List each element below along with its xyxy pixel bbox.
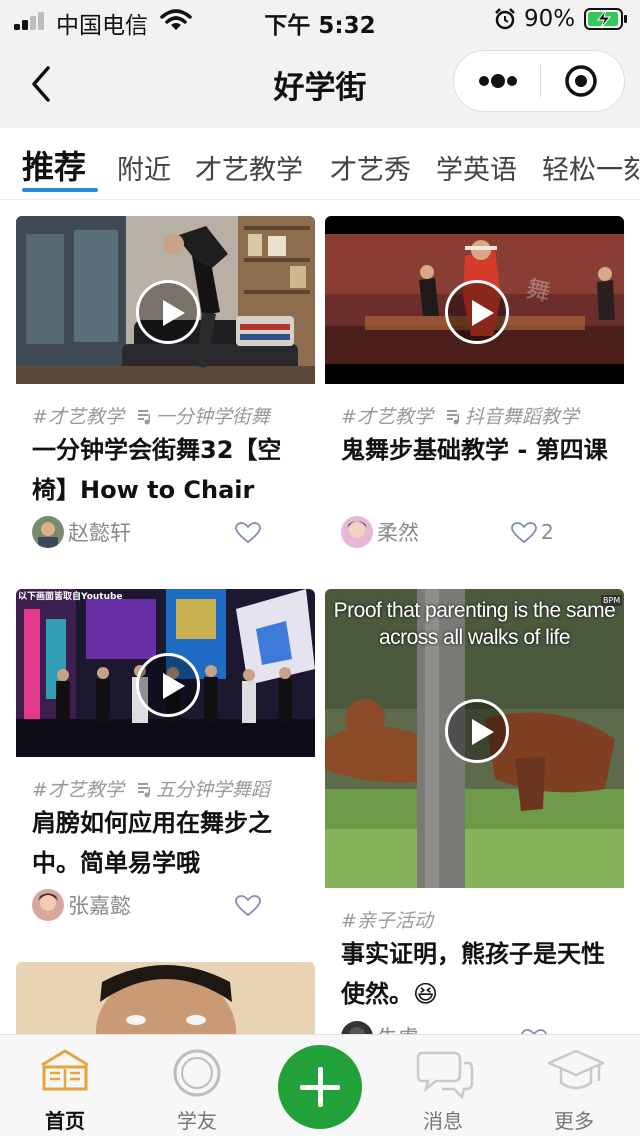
like-count: 2 <box>541 520 554 544</box>
tab-more-label: 更多 <box>554 1109 594 1133</box>
card-tags: #亲子活动 <box>341 906 433 933</box>
chevron-left-icon <box>32 66 50 102</box>
tab-friends-label: 学友 <box>177 1109 217 1133</box>
battery-percent: 90% <box>524 6 576 32</box>
like-button[interactable] <box>521 1025 601 1034</box>
category-tabs: 推荐 附近 才艺教学 才艺秀 学英语 轻松一刻 <box>0 128 640 200</box>
avatar[interactable] <box>32 889 64 921</box>
thumbnail-image <box>16 962 315 1034</box>
heart-icon <box>511 522 537 544</box>
friends-ring-icon <box>173 1049 221 1097</box>
card-tags: #才艺教学 五分钟学舞蹈 <box>32 775 270 802</box>
play-icon[interactable] <box>136 653 200 717</box>
target-close-icon <box>565 65 597 97</box>
miniprogram-capsule <box>453 50 625 112</box>
topic-tag[interactable]: #才艺教学 <box>341 406 433 428</box>
chat-bubble-icon <box>416 1051 474 1099</box>
play-icon[interactable] <box>445 699 509 763</box>
playlist-tag[interactable]: 抖音舞蹈教学 <box>465 406 579 428</box>
tab-learn-english[interactable]: 学英语 <box>436 148 517 187</box>
video-thumbnail[interactable]: 舞 <box>325 216 624 384</box>
card-tags: #才艺教学 一分钟学街舞 <box>32 402 270 429</box>
thumbnail-caption: 以下画面皆取自Youtube <box>18 592 123 602</box>
video-card[interactable]: 舞 #才艺教学 抖音舞蹈教学 鬼舞步基础教学 - 第四课 柔然 2 <box>325 216 624 556</box>
thumbnail-caption: Proof that parenting is the same across … <box>333 599 616 649</box>
tab-nearby[interactable]: 附近 <box>117 148 171 187</box>
thumbnail-badge: BPM <box>601 595 623 606</box>
music-icon <box>446 410 459 425</box>
create-post-button[interactable] <box>278 1045 362 1129</box>
tab-talent-show[interactable]: 才艺秀 <box>330 148 411 187</box>
like-button[interactable] <box>235 518 315 550</box>
video-thumbnail[interactable]: 以下画面皆取自Youtube <box>16 589 315 757</box>
heart-icon <box>235 895 261 917</box>
alarm-icon <box>495 8 515 30</box>
author-name[interactable]: 赵懿轩 <box>68 517 131 547</box>
video-card[interactable]: #才艺教学 一分钟学街舞 一分钟学会街舞32【空椅】How to Chair 赵懿… <box>16 216 315 556</box>
bottom-tab-bar: 首页 学友 消息 更多 <box>0 1034 640 1136</box>
close-button[interactable] <box>541 51 625 111</box>
music-icon <box>137 410 150 425</box>
video-title[interactable]: 肩膀如何应用在舞步之中。简单易学哦 <box>32 803 304 883</box>
back-button[interactable] <box>26 62 56 106</box>
battery-charging-icon <box>584 8 627 30</box>
play-icon[interactable] <box>136 280 200 344</box>
status-bar: 中国电信 下午 5:32 90% <box>0 0 640 40</box>
video-card[interactable]: Proof that parenting is the same across … <box>325 589 624 1034</box>
video-card[interactable] <box>16 962 315 1034</box>
topic-tag[interactable]: #才艺教学 <box>32 406 124 428</box>
play-icon[interactable] <box>445 280 509 344</box>
author-name[interactable]: 柔然 <box>377 517 419 547</box>
video-thumbnail[interactable]: Proof that parenting is the same across … <box>325 589 624 888</box>
home-book-icon <box>41 1049 89 1091</box>
avatar[interactable] <box>32 516 64 548</box>
video-title[interactable]: 事实证明，熊孩子是天性使然。😆 <box>341 934 613 1014</box>
tab-friends[interactable]: 学友 <box>142 1035 252 1136</box>
topic-tag[interactable]: #亲子活动 <box>341 910 433 932</box>
playlist-tag[interactable]: 五分钟学舞蹈 <box>156 779 270 801</box>
author[interactable]: 张嘉懿 <box>32 889 172 921</box>
music-icon <box>137 783 150 798</box>
author[interactable]: 朱虞 <box>341 1021 481 1034</box>
video-title[interactable]: 一分钟学会街舞32【空椅】How to Chair <box>32 430 304 510</box>
graduation-cap-icon <box>547 1049 605 1090</box>
video-thumbnail[interactable] <box>16 216 315 384</box>
active-tab-indicator <box>22 188 98 192</box>
tab-relax[interactable]: 轻松一刻 <box>542 148 640 187</box>
tab-talent-teaching[interactable]: 才艺教学 <box>195 148 303 187</box>
like-button[interactable]: 2 <box>511 518 591 550</box>
like-button[interactable] <box>235 891 315 923</box>
tab-more[interactable]: 更多 <box>519 1035 629 1136</box>
author-name[interactable]: 张嘉懿 <box>68 890 131 920</box>
author-name[interactable]: 朱虞 <box>377 1022 419 1034</box>
avatar[interactable] <box>341 516 373 548</box>
video-title[interactable]: 鬼舞步基础教学 - 第四课 <box>341 430 613 470</box>
tab-messages-label: 消息 <box>423 1109 463 1133</box>
author[interactable]: 赵懿轩 <box>32 516 172 548</box>
video-thumbnail[interactable] <box>16 962 315 1034</box>
topic-tag[interactable]: #才艺教学 <box>32 779 124 801</box>
tab-home[interactable]: 首页 <box>10 1035 120 1136</box>
more-dots-icon <box>479 74 517 88</box>
author[interactable]: 柔然 <box>341 516 481 548</box>
card-tags: #才艺教学 抖音舞蹈教学 <box>341 402 579 429</box>
playlist-tag[interactable]: 一分钟学街舞 <box>156 406 270 428</box>
tab-recommend[interactable]: 推荐 <box>22 142 86 188</box>
tab-messages[interactable]: 消息 <box>388 1035 498 1136</box>
tab-home-label: 首页 <box>45 1109 85 1133</box>
video-card[interactable]: 以下画面皆取自Youtube #才艺教学 五分钟学舞蹈 肩膀如何应用在舞步之中。简… <box>16 589 315 929</box>
more-button[interactable] <box>454 51 540 111</box>
avatar[interactable] <box>341 1021 373 1034</box>
nav-bar: 好学街 <box>0 40 640 128</box>
heart-icon <box>235 522 261 544</box>
